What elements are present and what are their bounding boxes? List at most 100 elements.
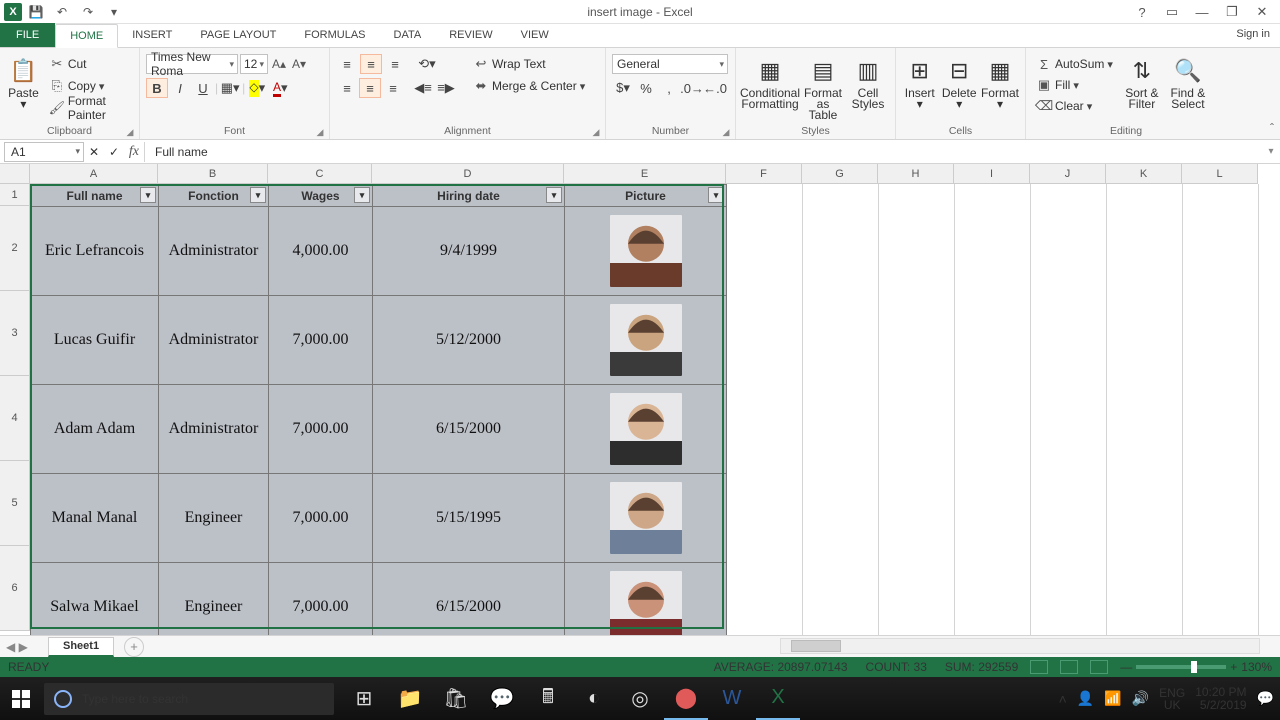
table-cell[interactable]: 4,000.00 [269,207,373,296]
conditional-formatting-button[interactable]: ▦ConditionalFormatting [742,54,798,110]
undo-button[interactable]: ↶ [50,1,74,23]
col-header-G[interactable]: G [802,164,878,184]
people-icon[interactable]: 👤 [1077,690,1094,707]
sheet-nav[interactable]: ◀ ▶ [0,640,40,654]
enter-formula-icon[interactable]: ✓ [109,145,119,159]
table-cell[interactable]: 7,000.00 [269,474,373,563]
col-header-C[interactable]: C [268,164,372,184]
app-icon-1[interactable]: ◐ [572,677,616,720]
cell-styles-button[interactable]: ▥CellStyles [848,54,888,110]
align-center-button[interactable]: ≡ [359,78,381,98]
table-cell[interactable]: Manal Manal [31,474,159,563]
sheet-tab-active[interactable]: Sheet1 [48,637,114,657]
zoom-control[interactable]: — + 130% [1120,660,1272,674]
table-cell[interactable]: Salwa Mikael [31,563,159,636]
decrease-decimal-button[interactable]: ←.0 [704,78,726,98]
table-cell[interactable]: Eric Lefrancois [31,207,159,296]
alignment-dialog-launcher[interactable]: ◢ [590,126,602,138]
filter-button[interactable]: ▾ [250,187,266,203]
page-break-view-button[interactable] [1090,660,1108,674]
picture-cell[interactable] [565,296,727,385]
col-header-E[interactable]: E [564,164,726,184]
tab-insert[interactable]: INSERT [118,23,186,47]
wrap-text-button[interactable]: ↩Wrap Text [469,54,589,74]
data-table[interactable]: Full name▾Fonction▾Wages▾Hiring date▾Pic… [30,184,727,635]
table-cell[interactable]: Adam Adam [31,385,159,474]
page-layout-view-button[interactable] [1060,660,1078,674]
help-icon[interactable]: ? [1128,1,1156,23]
format-cells-button[interactable]: ▦Format▾ [981,54,1019,110]
col-header-L[interactable]: L [1182,164,1258,184]
store-icon[interactable]: 🛍 [434,677,478,720]
col-header-F[interactable]: F [726,164,802,184]
notifications-icon[interactable]: 💬 [1257,690,1274,707]
table-cell[interactable]: 6/15/2000 [373,385,565,474]
table-cell[interactable]: Engineer [159,563,269,636]
decrease-font-icon[interactable]: A▾ [290,57,308,71]
table-header[interactable]: Picture▾ [565,185,727,207]
clear-button[interactable]: ⌫Clear ▾ [1032,96,1117,116]
delete-cells-button[interactable]: ⊟Delete▾ [941,54,976,110]
row-header-6[interactable]: 6 [0,546,30,631]
ribbon-display-options[interactable]: ▭ [1158,1,1186,23]
name-box[interactable]: A1 [4,142,84,162]
autosum-button[interactable]: ΣAutoSum ▾ [1032,54,1117,74]
tab-home[interactable]: HOME [55,24,118,48]
word-icon[interactable]: W [710,677,754,720]
picture-cell[interactable] [565,474,727,563]
table-header[interactable]: Fonction▾ [159,185,269,207]
paste-button[interactable]: 📋 Paste▾ [6,54,41,110]
table-cell[interactable]: Administrator [159,207,269,296]
borders-button[interactable]: ▦▾ [219,78,241,98]
picture-cell[interactable] [565,207,727,296]
tray-chevron-icon[interactable]: ˄ [1059,691,1067,707]
language-indicator[interactable]: ENGUK [1159,687,1185,711]
bold-button[interactable]: B [146,78,168,98]
col-header-H[interactable]: H [878,164,954,184]
increase-font-icon[interactable]: A▴ [270,57,288,71]
qat-customize[interactable]: ▾ [102,1,126,23]
recorder-icon[interactable]: ⬤ [664,677,708,720]
table-cell[interactable]: 6/15/2000 [373,563,565,636]
filter-button[interactable]: ▾ [354,187,370,203]
insert-function-icon[interactable]: fx [129,144,139,160]
taskbar-search[interactable]: Type here to search [44,683,334,715]
picture-cell[interactable] [565,563,727,636]
table-cell[interactable]: Administrator [159,385,269,474]
orientation-button[interactable]: ⟲▾ [416,54,438,74]
expand-formula-bar[interactable]: ▾ [1262,146,1280,157]
select-all-corner[interactable] [0,164,30,184]
table-cell[interactable]: 5/15/1995 [373,474,565,563]
tab-formulas[interactable]: FORMULAS [290,23,379,47]
col-header-J[interactable]: J [1030,164,1106,184]
minimize-button[interactable]: — [1188,1,1216,23]
font-name-select[interactable]: Times New Roma [146,54,238,74]
increase-decimal-button[interactable]: .0→ [681,78,703,98]
accounting-format-button[interactable]: $▾ [612,78,634,98]
font-size-select[interactable]: 12 [240,54,268,74]
col-header-A[interactable]: A [30,164,158,184]
decrease-indent-button[interactable]: ◀≡ [412,78,434,98]
table-cell[interactable]: Lucas Guifir [31,296,159,385]
row-header-4[interactable]: 4 [0,376,30,461]
increase-indent-button[interactable]: ≡▶ [435,78,457,98]
col-header-K[interactable]: K [1106,164,1182,184]
italic-button[interactable]: I [169,78,191,98]
close-button[interactable]: ✕ [1248,1,1276,23]
clock[interactable]: 10:20 PM5/2/2019 [1195,686,1246,712]
col-header-D[interactable]: D [372,164,564,184]
percent-button[interactable]: % [635,78,657,98]
align-middle-button[interactable]: ≡ [360,54,382,74]
horizontal-scrollbar[interactable] [780,638,1260,654]
comma-button[interactable]: , [658,78,680,98]
file-explorer-icon[interactable]: 📁 [388,677,432,720]
align-top-button[interactable]: ≡ [336,54,358,74]
tab-file[interactable]: FILE [0,23,55,47]
find-select-button[interactable]: 🔍Find &Select [1167,54,1209,110]
row-header-3[interactable]: 3 [0,291,30,376]
table-cell[interactable]: Administrator [159,296,269,385]
merge-center-button[interactable]: ⬌Merge & Center ▾ [469,76,589,96]
filter-button[interactable]: ▾ [546,187,562,203]
table-cell[interactable]: 7,000.00 [269,385,373,474]
app-icon-2[interactable]: ◎ [618,677,662,720]
